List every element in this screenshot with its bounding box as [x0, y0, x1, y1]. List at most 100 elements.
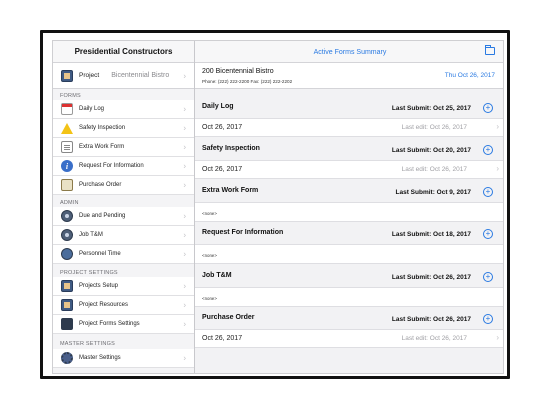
sidebar-item-label: Job T&M [79, 232, 103, 238]
sidebar-item-extra-work-form[interactable]: Extra Work Form › [53, 138, 194, 157]
current-date[interactable]: Thu Oct 26, 2017 [445, 72, 495, 79]
info-icon: i [61, 160, 73, 172]
sidebar-item-label: Project Forms Settings [79, 321, 140, 327]
sidebar-item-label: Daily Log [79, 106, 105, 112]
add-icon[interactable]: + [483, 187, 493, 197]
last-edit: Last edit: Oct 26, 2017 [401, 335, 467, 342]
sidebar-item-master-settings[interactable]: Master Settings › [53, 349, 194, 368]
project-selector[interactable]: Project Bicentennial Bistro › [53, 63, 194, 89]
form-name: Request For Information [202, 229, 284, 236]
last-submit: Last Submit: Oct 9, 2017 [395, 189, 472, 196]
chevron-right-icon: › [183, 180, 186, 190]
company-title: Presidential Constructors [53, 41, 194, 63]
project-name: 200 Bicentennial Bistro [202, 68, 274, 75]
form-name: Purchase Order [202, 314, 255, 321]
warning-icon [61, 122, 73, 134]
form-section-safety-inspection: Safety Inspection Last Submit: Oct 20, 2… [195, 138, 503, 160]
form-name: Daily Log [202, 103, 234, 110]
section-admin: ADMIN [60, 200, 79, 206]
last-submit: Last Submit: Oct 18, 2017 [391, 231, 471, 238]
chevron-right-icon: › [183, 123, 186, 133]
last-submit: Last Submit: Oct 26, 2017 [391, 274, 471, 281]
sidebar-item-job-tm[interactable]: Job T&M › [53, 226, 194, 245]
last-submit: Last Submit: Oct 25, 2017 [391, 105, 471, 112]
empty-placeholder: <none> [202, 296, 217, 301]
form-entry-row[interactable]: Oct 26, 2017 Last edit: Oct 26, 2017 › [195, 160, 503, 179]
form-empty-row: <none> [195, 244, 503, 264]
chevron-right-icon: › [183, 161, 186, 171]
phone-icon [61, 318, 73, 330]
gear-icon [61, 352, 73, 364]
form-section-request-for-information: Request For Information Last Submit: Oct… [195, 222, 503, 244]
sidebar-item-safety-inspection[interactable]: Safety Inspection › [53, 119, 194, 138]
chevron-right-icon: › [183, 230, 186, 240]
last-edit: Last edit: Oct 26, 2017 [401, 166, 467, 173]
last-edit: Last edit: Oct 26, 2017 [401, 124, 467, 131]
sidebar-item-label: Due and Pending [79, 213, 126, 219]
chevron-right-icon: › [183, 104, 186, 114]
section-project-settings: PROJECT SETTINGS [60, 270, 118, 276]
section-master-settings: MASTER SETTINGS [60, 341, 115, 347]
add-icon[interactable]: + [483, 272, 493, 282]
form-entry-row[interactable]: Oct 26, 2017 Last edit: Oct 26, 2017 › [195, 329, 503, 348]
sidebar: Presidential Constructors Project Bicent… [53, 41, 195, 373]
form-entry-row[interactable]: Oct 26, 2017 Last edit: Oct 26, 2017 › [195, 118, 503, 137]
form-empty-row: <none> [195, 287, 503, 307]
badge-icon [61, 229, 73, 241]
last-submit: Last Submit: Oct 20, 2017 [391, 147, 471, 154]
empty-placeholder: <none> [202, 211, 217, 216]
app-screen: Presidential Constructors Project Bicent… [52, 40, 504, 374]
calendar-icon [61, 103, 73, 115]
chevron-right-icon: › [183, 300, 186, 310]
add-icon[interactable]: + [483, 314, 493, 324]
sidebar-item-due-and-pending[interactable]: Due and Pending › [53, 207, 194, 226]
clock-icon [61, 248, 73, 260]
chevron-right-icon: › [183, 71, 186, 80]
sidebar-item-label: Master Settings [79, 355, 121, 361]
badge-icon [61, 210, 73, 222]
sidebar-item-projects-setup[interactable]: Projects Setup › [53, 277, 194, 296]
chevron-right-icon: › [183, 281, 186, 291]
entry-date: Oct 26, 2017 [202, 335, 243, 342]
chevron-right-icon: › [183, 211, 186, 221]
resources-icon [61, 299, 73, 311]
chevron-right-icon: › [183, 249, 186, 259]
chevron-right-icon: › [496, 164, 499, 173]
folder-icon[interactable] [485, 45, 495, 55]
sidebar-item-request-for-information[interactable]: i Request For Information › [53, 157, 194, 176]
sidebar-item-project-forms-settings[interactable]: Project Forms Settings › [53, 315, 194, 334]
chevron-right-icon: › [183, 142, 186, 152]
nav-bar: Active Forms Summary [195, 41, 503, 63]
form-section-purchase-order: Purchase Order Last Submit: Oct 26, 2017… [195, 307, 503, 329]
last-submit: Last Submit: Oct 26, 2017 [391, 316, 471, 323]
form-section-extra-work-form: Extra Work Form Last Submit: Oct 9, 2017… [195, 180, 503, 202]
book-icon [61, 280, 73, 292]
entry-date: Oct 26, 2017 [202, 124, 243, 131]
sidebar-item-label: Request For Information [79, 163, 144, 169]
add-icon[interactable]: + [483, 229, 493, 239]
sidebar-item-label: Personnel Time [79, 251, 121, 257]
form-section-daily-log: Daily Log Last Submit: Oct 25, 2017 + [195, 96, 503, 118]
main-panel: Active Forms Summary 200 Bicentennial Bi… [195, 41, 503, 373]
chevron-right-icon: › [496, 333, 499, 342]
sidebar-item-personnel-time[interactable]: Personnel Time › [53, 245, 194, 264]
section-forms: FORMS [60, 93, 81, 99]
form-name: Extra Work Form [202, 187, 259, 194]
purchase-order-icon [61, 179, 73, 191]
empty-placeholder: <none> [202, 253, 217, 258]
sidebar-item-purchase-order[interactable]: Purchase Order › [53, 176, 194, 195]
project-label: Project [79, 72, 100, 79]
sidebar-item-label: Safety Inspection [79, 125, 126, 131]
chevron-right-icon: › [496, 122, 499, 131]
project-value: Bicentennial Bistro [111, 72, 170, 79]
form-icon [61, 141, 73, 153]
sidebar-item-project-resources[interactable]: Project Resources › [53, 296, 194, 315]
page-title: Active Forms Summary [313, 48, 387, 56]
sidebar-item-daily-log[interactable]: Daily Log › [53, 100, 194, 119]
sidebar-item-label: Projects Setup [79, 283, 119, 289]
device-frame: Presidential Constructors Project Bicent… [40, 30, 510, 379]
book-icon [61, 69, 73, 82]
add-icon[interactable]: + [483, 145, 493, 155]
add-icon[interactable]: + [483, 103, 493, 113]
form-name: Safety Inspection [202, 145, 260, 152]
